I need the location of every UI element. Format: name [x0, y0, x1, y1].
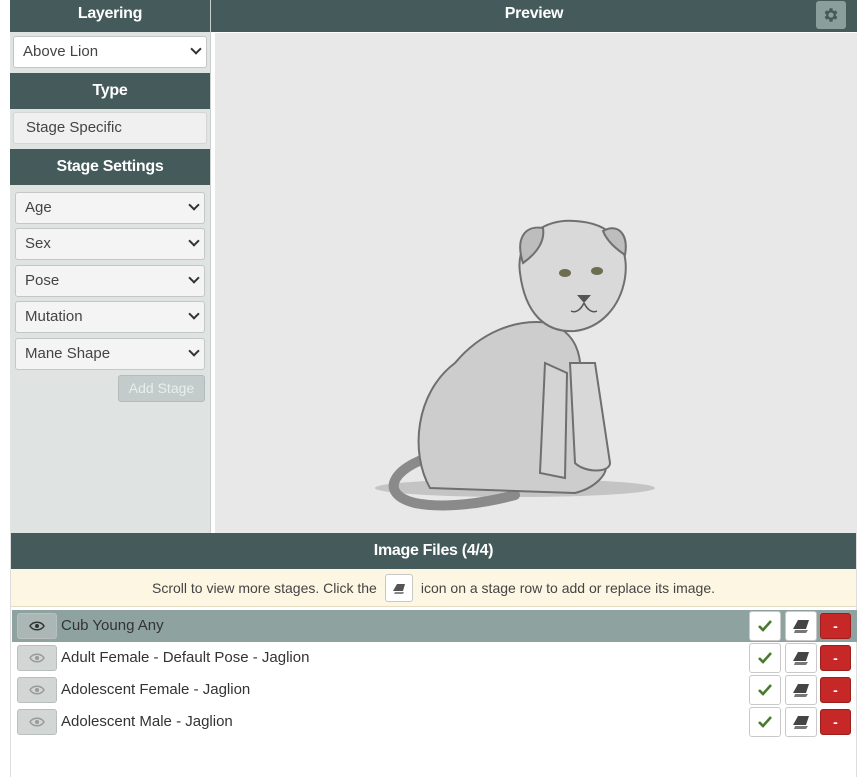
stage-row-label: Cub Young Any — [61, 617, 164, 634]
scroll-notice: Scroll to view more stages. Click the ic… — [11, 569, 856, 607]
image-icon — [384, 573, 413, 602]
confirm-button[interactable] — [749, 675, 781, 705]
delete-button[interactable]: - — [820, 613, 851, 639]
mutation-select[interactable]: Mutation — [15, 301, 205, 333]
stage-row[interactable]: Adult Female - Default Pose - Jaglion - — [12, 642, 857, 674]
delete-button[interactable]: - — [820, 709, 851, 735]
chevron-down-icon — [188, 199, 200, 211]
stage-settings-header: Stage Settings — [10, 149, 210, 185]
replace-image-button[interactable] — [785, 707, 817, 737]
notice-text-after: icon on a stage row to add or replace it… — [420, 579, 716, 596]
sex-select[interactable]: Sex — [15, 228, 205, 260]
type-header: Type — [10, 73, 210, 109]
eye-icon — [29, 621, 45, 631]
preview-canvas — [215, 33, 857, 533]
visibility-toggle-button[interactable] — [17, 613, 57, 639]
age-select[interactable]: Age — [15, 192, 205, 224]
image-icon — [793, 684, 809, 697]
add-stage-button[interactable]: Add Stage — [118, 375, 205, 402]
image-icon — [793, 652, 809, 665]
stage-row[interactable]: Adolescent Female - Jaglion - — [12, 674, 857, 706]
left-panel: Layering Above Lion Type Stage Specific … — [10, 0, 211, 533]
check-icon — [758, 716, 772, 728]
type-value: Stage Specific — [13, 112, 207, 144]
layering-select[interactable]: Above Lion — [13, 36, 207, 68]
layering-select-value: Above Lion — [23, 43, 99, 60]
settings-button[interactable] — [816, 1, 846, 29]
stage-row-label: Adult Female - Default Pose - Jaglion — [61, 649, 310, 666]
gear-icon — [824, 8, 838, 22]
chevron-down-icon — [188, 308, 200, 320]
replace-image-button[interactable] — [785, 675, 817, 705]
confirm-button[interactable] — [749, 707, 781, 737]
replace-image-button[interactable] — [785, 611, 817, 641]
eye-icon — [29, 717, 45, 727]
preview-panel: Preview — [211, 0, 857, 533]
confirm-button[interactable] — [749, 611, 781, 641]
notice-text-before: Scroll to view more stages. Click the — [151, 579, 377, 596]
stage-row[interactable]: Cub Young Any - — [12, 610, 857, 642]
delete-button[interactable]: - — [820, 645, 851, 671]
delete-button[interactable]: - — [820, 677, 851, 703]
pose-select-value: Pose — [25, 272, 60, 289]
sex-select-value: Sex — [25, 235, 51, 252]
stage-row-label: Adolescent Male - Jaglion — [61, 713, 233, 730]
image-files-header: Image Files (4/4) — [11, 533, 856, 569]
check-icon — [758, 652, 772, 664]
mane-shape-select[interactable]: Mane Shape — [15, 338, 205, 370]
check-icon — [758, 620, 772, 632]
chevron-down-icon — [188, 235, 200, 247]
confirm-button[interactable] — [749, 643, 781, 673]
preview-header: Preview — [211, 0, 857, 32]
replace-image-button[interactable] — [785, 643, 817, 673]
chevron-down-icon — [190, 43, 202, 55]
age-select-value: Age — [25, 199, 52, 216]
eye-icon — [29, 653, 45, 663]
check-icon — [758, 684, 772, 696]
stage-row[interactable]: Adolescent Male - Jaglion - — [12, 706, 857, 738]
image-icon — [793, 620, 809, 633]
chevron-down-icon — [188, 272, 200, 284]
visibility-toggle-button[interactable] — [17, 709, 57, 735]
layering-header: Layering — [10, 0, 210, 32]
eye-icon — [29, 685, 45, 695]
mane-shape-select-value: Mane Shape — [25, 345, 111, 362]
lion-cub-image — [375, 219, 655, 511]
pose-select[interactable]: Pose — [15, 265, 205, 297]
image-icon — [793, 716, 809, 729]
visibility-toggle-button[interactable] — [17, 645, 57, 671]
mutation-select-value: Mutation — [25, 308, 83, 325]
image-files-panel: Image Files (4/4) Scroll to view more st… — [10, 533, 857, 777]
visibility-toggle-button[interactable] — [17, 677, 57, 703]
stage-row-label: Adolescent Female - Jaglion — [61, 681, 251, 698]
chevron-down-icon — [188, 345, 200, 357]
